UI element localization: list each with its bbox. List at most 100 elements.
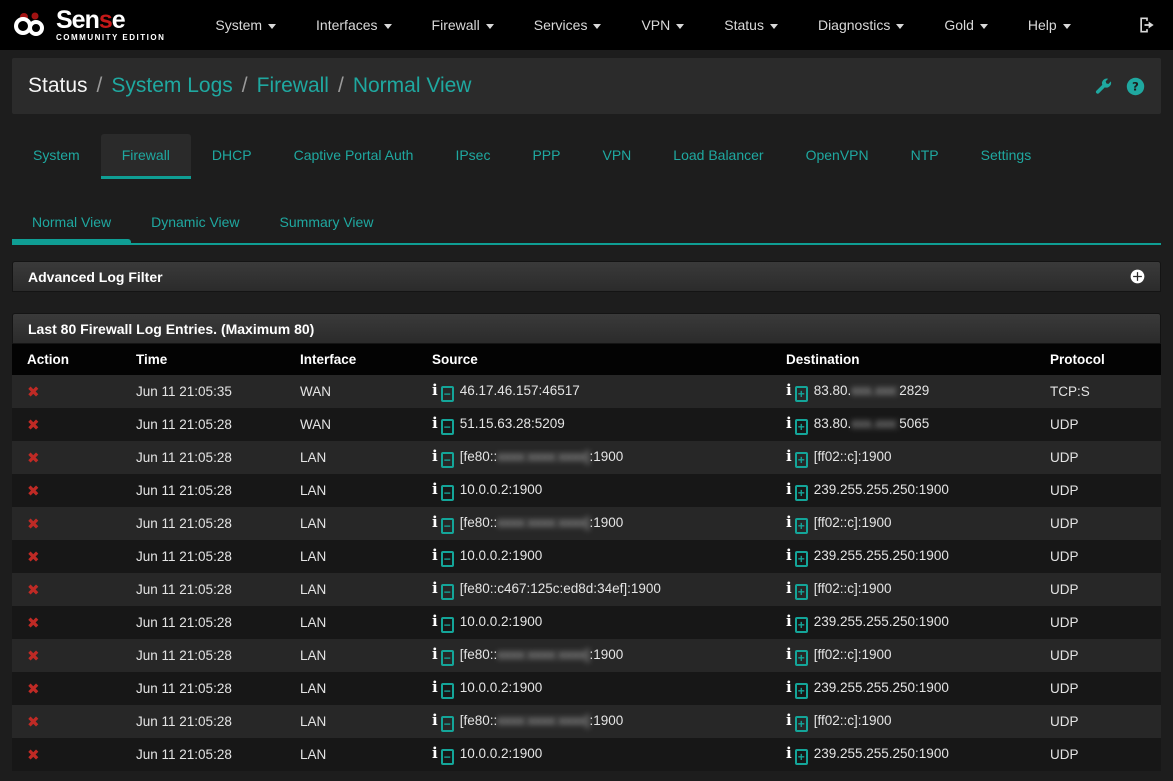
tab-load-balancer[interactable]: Load Balancer — [652, 134, 784, 179]
resolve-info-icon[interactable]: i — [432, 546, 438, 564]
resolve-info-icon[interactable]: i — [432, 480, 438, 498]
tab-ipsec[interactable]: IPsec — [434, 134, 511, 179]
plus-square-icon[interactable]: + — [795, 419, 808, 435]
block-action-icon[interactable]: ✖ — [27, 384, 40, 401]
block-action-icon[interactable]: ✖ — [27, 549, 40, 566]
help-icon[interactable]: ? — [1126, 77, 1145, 96]
resolve-info-icon[interactable]: i — [432, 744, 438, 762]
sign-out-icon[interactable] — [1137, 15, 1157, 35]
nav-menu-services[interactable]: Services — [521, 2, 615, 48]
resolve-info-icon[interactable]: i — [432, 579, 438, 597]
redacted-text: xxx.xxx: — [851, 416, 899, 431]
tab-ntp[interactable]: NTP — [890, 134, 960, 179]
resolve-info-icon[interactable]: i — [786, 711, 792, 729]
minus-square-icon[interactable]: − — [441, 452, 454, 468]
tab-openvpn[interactable]: OpenVPN — [785, 134, 890, 179]
nav-menu-interfaces[interactable]: Interfaces — [303, 2, 404, 48]
plus-square-icon[interactable]: + — [795, 683, 808, 699]
block-action-icon[interactable]: ✖ — [27, 483, 40, 500]
redacted-text: xxx.xxx: — [851, 383, 899, 398]
breadcrumb-normal-view[interactable]: Normal View — [353, 74, 472, 98]
block-action-icon[interactable]: ✖ — [27, 450, 40, 467]
resolve-info-icon[interactable]: i — [432, 414, 438, 432]
nav-menu-system[interactable]: System — [202, 2, 289, 48]
block-action-icon[interactable]: ✖ — [27, 648, 40, 665]
block-action-icon[interactable]: ✖ — [27, 747, 40, 764]
nav-menu-gold[interactable]: Gold — [931, 2, 1001, 48]
subtab-normal-view[interactable]: Normal View — [12, 201, 131, 243]
minus-square-icon[interactable]: − — [441, 551, 454, 567]
resolve-info-icon[interactable]: i — [432, 513, 438, 531]
tab-vpn[interactable]: VPN — [581, 134, 652, 179]
tab-system[interactable]: System — [12, 134, 101, 179]
minus-square-icon[interactable]: − — [441, 518, 454, 534]
resolve-info-icon[interactable]: i — [432, 381, 438, 399]
block-action-icon[interactable]: ✖ — [27, 714, 40, 731]
block-action-icon[interactable]: ✖ — [27, 582, 40, 599]
tab-dhcp[interactable]: DHCP — [191, 134, 273, 179]
plus-square-icon[interactable]: + — [795, 485, 808, 501]
resolve-info-icon[interactable]: i — [786, 414, 792, 432]
resolve-info-icon[interactable]: i — [786, 546, 792, 564]
resolve-info-icon[interactable]: i — [786, 579, 792, 597]
time-cell: Jun 11 21:05:28 — [121, 474, 285, 507]
wrench-icon[interactable] — [1093, 77, 1112, 96]
block-action-icon[interactable]: ✖ — [27, 417, 40, 434]
resolve-info-icon[interactable]: i — [786, 513, 792, 531]
breadcrumb-separator: / — [338, 74, 344, 98]
plus-square-icon[interactable]: + — [795, 749, 808, 765]
nav-menu-status[interactable]: Status — [711, 2, 791, 48]
plus-square-icon[interactable]: + — [795, 551, 808, 567]
tab-firewall[interactable]: Firewall — [101, 134, 191, 179]
resolve-info-icon[interactable]: i — [786, 645, 792, 663]
minus-square-icon[interactable]: − — [441, 386, 454, 402]
resolve-info-icon[interactable]: i — [786, 678, 792, 696]
plus-square-icon[interactable]: + — [795, 617, 808, 633]
subtab-summary-view[interactable]: Summary View — [260, 201, 394, 243]
breadcrumb-system-logs[interactable]: System Logs — [111, 74, 232, 98]
plus-square-icon[interactable]: + — [795, 386, 808, 402]
plus-square-icon[interactable]: + — [795, 452, 808, 468]
block-action-icon[interactable]: ✖ — [27, 615, 40, 632]
plus-square-icon[interactable]: + — [795, 716, 808, 732]
resolve-info-icon[interactable]: i — [786, 447, 792, 465]
resolve-info-icon[interactable]: i — [432, 645, 438, 663]
breadcrumb-firewall[interactable]: Firewall — [257, 74, 329, 98]
nav-menu-vpn[interactable]: VPN — [628, 2, 697, 48]
tab-ppp[interactable]: PPP — [511, 134, 581, 179]
resolve-info-icon[interactable]: i — [786, 612, 792, 630]
block-action-icon[interactable]: ✖ — [27, 516, 40, 533]
nav-menu-help[interactable]: Help — [1015, 2, 1084, 48]
tab-settings[interactable]: Settings — [960, 134, 1053, 179]
tab-captive-portal-auth[interactable]: Captive Portal Auth — [273, 134, 435, 179]
redacted-text: xxxx:xxxx:xxxx] — [497, 713, 589, 728]
minus-square-icon[interactable]: − — [441, 650, 454, 666]
plus-square-icon[interactable]: + — [795, 584, 808, 600]
minus-square-icon[interactable]: − — [441, 683, 454, 699]
interface-cell: WAN — [285, 408, 417, 441]
block-action-icon[interactable]: ✖ — [27, 681, 40, 698]
minus-square-icon[interactable]: − — [441, 749, 454, 765]
resolve-info-icon[interactable]: i — [786, 744, 792, 762]
resolve-info-icon[interactable]: i — [432, 678, 438, 696]
plus-square-icon[interactable]: + — [795, 518, 808, 534]
minus-square-icon[interactable]: − — [441, 584, 454, 600]
subtab-dynamic-view[interactable]: Dynamic View — [131, 201, 259, 243]
nav-menu-diagnostics[interactable]: Diagnostics — [805, 2, 917, 48]
plus-square-icon[interactable]: + — [795, 650, 808, 666]
resolve-info-icon[interactable]: i — [786, 480, 792, 498]
nav-menu-firewall[interactable]: Firewall — [419, 2, 507, 48]
resolve-info-icon[interactable]: i — [432, 612, 438, 630]
resolve-info-icon[interactable]: i — [432, 447, 438, 465]
minus-square-icon[interactable]: − — [441, 485, 454, 501]
expand-filter-button[interactable] — [1130, 269, 1145, 284]
pfsense-logo[interactable]: Sense COMMUNITY EDITION — [10, 8, 165, 42]
nav-menu-label: Status — [724, 17, 764, 33]
address-text: 10.0.0.2:1900 — [460, 482, 543, 497]
time-cell: Jun 11 21:05:28 — [121, 738, 285, 771]
minus-square-icon[interactable]: − — [441, 419, 454, 435]
minus-square-icon[interactable]: − — [441, 617, 454, 633]
minus-square-icon[interactable]: − — [441, 716, 454, 732]
resolve-info-icon[interactable]: i — [432, 711, 438, 729]
resolve-info-icon[interactable]: i — [786, 381, 792, 399]
